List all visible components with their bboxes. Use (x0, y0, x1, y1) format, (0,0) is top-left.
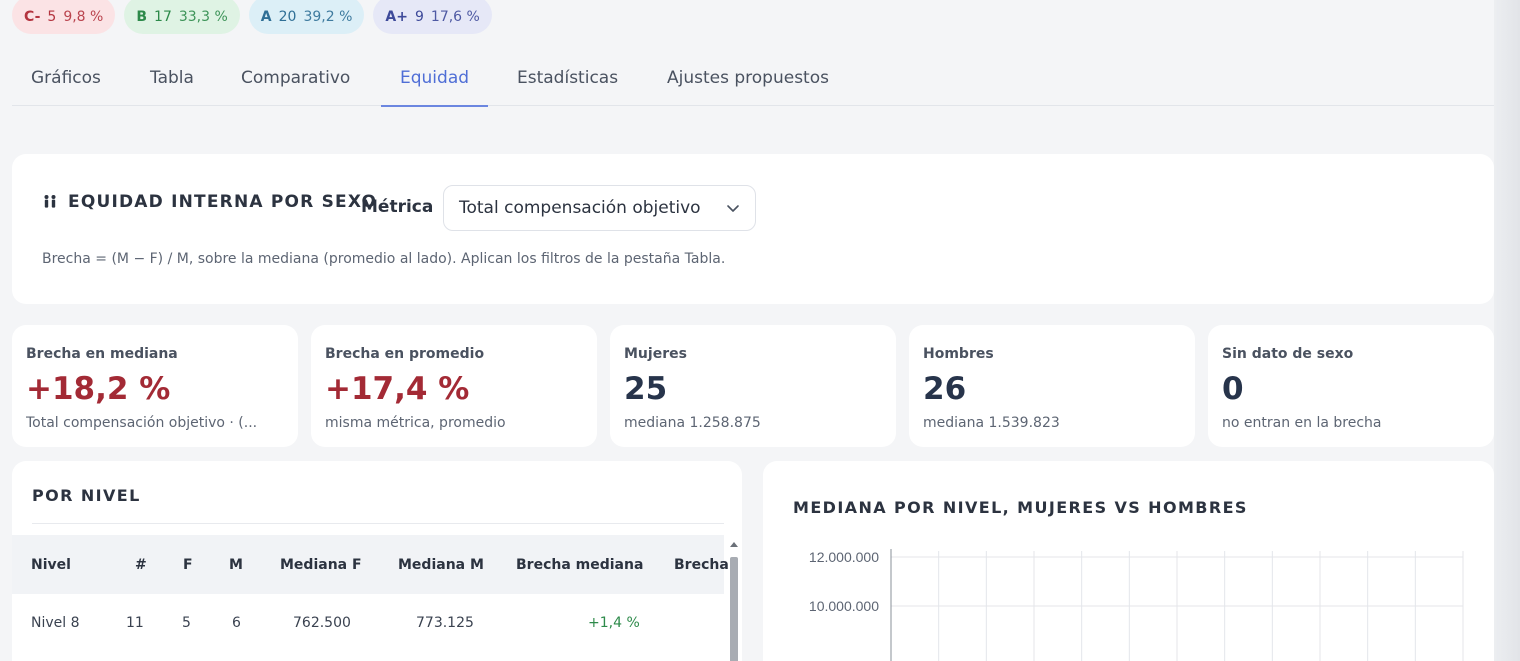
y-tick-label: 12.000.000 (809, 549, 879, 565)
stat-label: Hombres (923, 346, 994, 362)
section-title-text: EQUIDAD INTERNA POR SEXO (68, 192, 378, 212)
grade-label: A (260, 9, 272, 25)
column-header-median-gap[interactable]: Brecha mediana (516, 535, 643, 594)
cell-f: 5 (182, 615, 191, 631)
equity-header-card: EQUIDAD INTERNA POR SEXO Métrica Total c… (12, 154, 1494, 304)
grade-count: 5 (47, 9, 57, 25)
by-level-table-card: POR NIVEL Nivel # F M Mediana F Mediana … (12, 461, 742, 661)
stat-subtext: Total compensación objetivo · (... (26, 415, 258, 431)
metric-select[interactable]: Total compensación objetivo (443, 185, 756, 231)
stat-card-women: Mujeres 25 mediana 1.258.875 (610, 325, 896, 447)
grade-badge-b[interactable]: B 17 33,3 % (124, 0, 240, 34)
grade-label: A+ (385, 9, 408, 25)
scrollbar-thumb[interactable] (730, 557, 738, 661)
chevron-down-icon (727, 205, 739, 212)
stat-subtext: mediana 1.258.875 (624, 415, 761, 431)
stat-value: +17,4 % (325, 371, 470, 407)
stat-subtext: no entran en la brecha (1222, 415, 1382, 431)
chart: 12.000.000 10.000.000 (809, 549, 1464, 661)
column-header-f[interactable]: F (183, 535, 193, 594)
grade-badge-a-plus[interactable]: A+ 9 17,6 % (373, 0, 492, 34)
tab-ajustes-propuestos[interactable]: Ajustes propuestos (648, 50, 848, 106)
cell-median-m: 773.125 (416, 615, 474, 631)
grade-pct: 33,3 % (178, 9, 228, 25)
metric-select-value: Total compensación objetivo (459, 198, 701, 218)
column-header-nivel[interactable]: Nivel (31, 535, 71, 594)
section-title: EQUIDAD INTERNA POR SEXO (42, 192, 377, 212)
cell-nivel: Nivel 8 (31, 615, 80, 631)
tab-bar: Gráficos Tabla Comparativo Equidad Estad… (12, 50, 1494, 107)
median-by-level-chart-card: MEDIANA POR NIVEL, MUJERES VS HOMBRES 12… (763, 461, 1494, 661)
grade-count: 20 (278, 9, 297, 25)
stat-value: +18,2 % (26, 371, 171, 407)
tab-comparativo[interactable]: Comparativo (222, 50, 369, 106)
grade-badge-c-minus[interactable]: C- 5 9,8 % (12, 0, 116, 34)
stat-label: Sin dato de sexo (1222, 346, 1354, 362)
stat-card-mean-gap: Brecha en promedio +17,4 % misma métrica… (311, 325, 597, 447)
table-title: POR NIVEL (32, 486, 141, 505)
grade-label: B (136, 9, 148, 25)
grade-pct: 17,6 % (430, 9, 480, 25)
stat-label: Mujeres (624, 346, 687, 362)
tab-equidad[interactable]: Equidad (381, 50, 489, 107)
grade-label: C- (24, 9, 41, 25)
cell-median-gap: +1,4 % (588, 615, 640, 631)
column-header-m[interactable]: M (229, 535, 243, 594)
metric-label: Métrica (361, 197, 434, 217)
gap-formula-note: Brecha = (M − F) / M, sobre la mediana (… (42, 251, 726, 267)
column-header-gap[interactable]: Brecha (674, 535, 729, 594)
cell-median-f: 762.500 (293, 615, 351, 631)
people-icon (44, 195, 56, 208)
grade-count: 17 (154, 9, 172, 25)
grade-pct: 9,8 % (63, 9, 104, 25)
tab-estadisticas[interactable]: Estadísticas (498, 50, 637, 106)
stat-value: 25 (624, 371, 668, 407)
table-header-row: Nivel # F M Mediana F Mediana M Brecha m… (12, 535, 729, 594)
stat-subtext: mediana 1.539.823 (923, 415, 1060, 431)
stat-label: Brecha en promedio (325, 346, 485, 362)
table-row: Nivel 8 11 5 6 762.500 773.125 +1,4 % (12, 594, 724, 652)
stat-card-men: Hombres 26 mediana 1.539.823 (909, 325, 1195, 447)
table-scrollbar[interactable] (728, 539, 740, 661)
grade-badge-a[interactable]: A 20 39,2 % (248, 0, 365, 34)
stat-value: 0 (1222, 371, 1244, 407)
cell-m: 6 (232, 615, 241, 631)
divider (32, 523, 724, 524)
tab-graficos[interactable]: Gráficos (12, 50, 120, 106)
grade-badges: C- 5 9,8 % B 17 33,3 % A 20 39,2 % A+ 9 … (12, 0, 492, 34)
page-scrollbar[interactable] (1494, 0, 1520, 661)
y-tick-label: 10.000.000 (809, 598, 879, 614)
grade-count: 9 (414, 9, 424, 25)
stat-subtext: misma métrica, promedio (325, 415, 506, 431)
stat-value: 26 (923, 371, 967, 407)
column-header-median-m[interactable]: Mediana M (398, 535, 484, 594)
column-header-count[interactable]: # (135, 535, 147, 594)
stat-label: Brecha en mediana (26, 346, 178, 362)
tab-tabla[interactable]: Tabla (131, 50, 213, 106)
scroll-up-icon[interactable] (729, 539, 739, 549)
cell-count: 11 (126, 615, 144, 631)
column-header-median-f[interactable]: Mediana F (280, 535, 362, 594)
stat-card-no-sex-data: Sin dato de sexo 0 no entran en la brech… (1208, 325, 1494, 447)
stat-card-median-gap: Brecha en mediana +18,2 % Total compensa… (12, 325, 298, 447)
grade-pct: 39,2 % (303, 9, 353, 25)
